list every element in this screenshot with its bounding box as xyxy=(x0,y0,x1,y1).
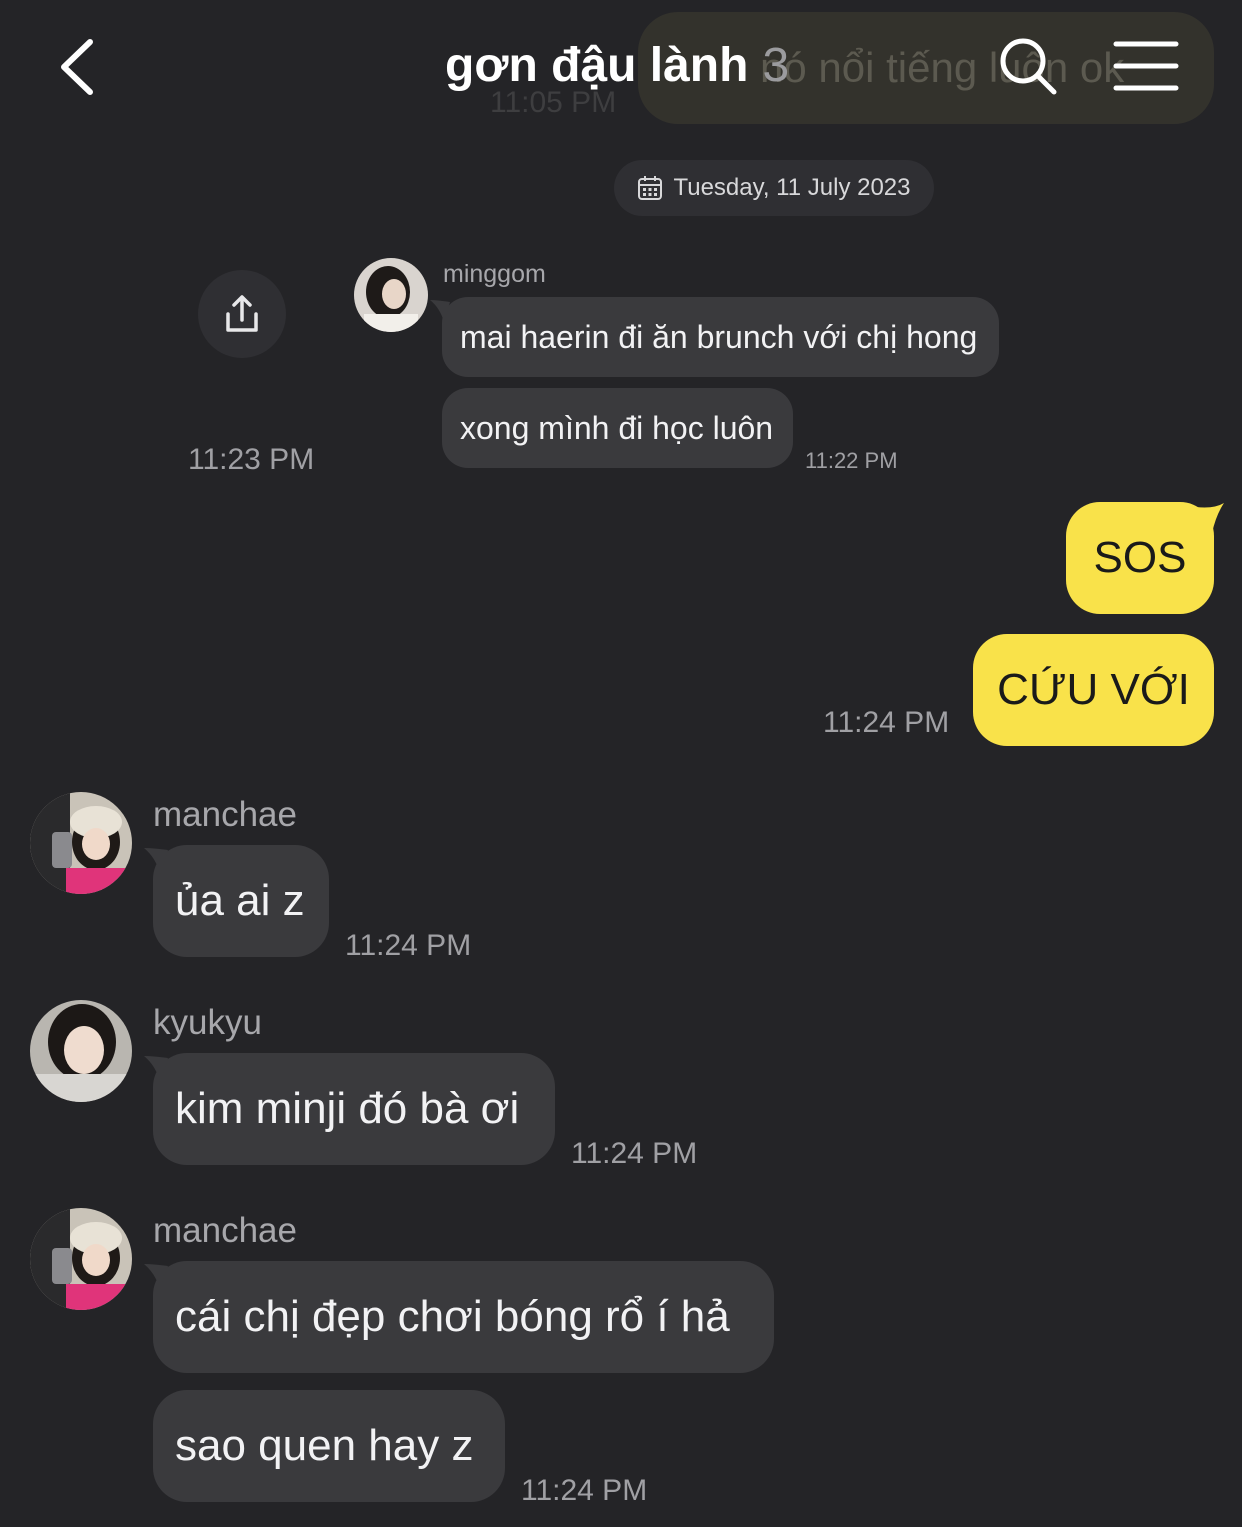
my-message-bubble[interactable]: CỨU VỚI xyxy=(973,634,1214,746)
message-bubble[interactable]: xong mình đi học luôn xyxy=(442,388,793,468)
search-button[interactable] xyxy=(996,34,1060,98)
my-message-bubble[interactable]: SOS xyxy=(1066,502,1214,614)
message-time: 11:24 PM xyxy=(571,1137,698,1170)
message-bubble[interactable]: cái chị đẹp chơi bóng rổ í hả xyxy=(153,1261,774,1373)
chevron-left-icon xyxy=(61,39,93,95)
message-bubble[interactable]: sao quen hay z xyxy=(153,1390,505,1502)
avatar-photo xyxy=(30,1000,132,1102)
bubble-tail xyxy=(1196,503,1224,533)
chat-name: gơn đậu lành xyxy=(445,39,749,92)
avatar-photo xyxy=(30,1208,132,1310)
menu-button[interactable] xyxy=(1112,38,1180,94)
sender-name: manchae xyxy=(153,795,297,834)
avatar-photo xyxy=(354,258,428,332)
date-label: Tuesday, 11 July 2023 xyxy=(673,174,911,201)
hamburger-menu-icon xyxy=(1113,41,1179,91)
bubble-tail xyxy=(144,1264,168,1290)
calendar-icon xyxy=(638,176,663,200)
message-bubble[interactable]: ủa ai z xyxy=(153,845,329,957)
avatar-kyukyu[interactable] xyxy=(30,1000,132,1102)
message-time: 11:23 PM xyxy=(188,443,315,476)
message-time: 11:22 PM xyxy=(805,448,898,473)
message-time: 11:24 PM xyxy=(345,929,472,962)
message-time: 11:24 PM xyxy=(823,706,950,739)
date-divider: Tuesday, 11 July 2023 xyxy=(614,160,934,216)
sender-name: kyukyu xyxy=(153,1003,262,1042)
share-button[interactable] xyxy=(198,270,286,358)
sender-name: manchae xyxy=(153,1211,297,1250)
avatar-manchae[interactable] xyxy=(30,792,132,894)
message-bubble[interactable]: kim minji đó bà ơi xyxy=(153,1053,555,1165)
avatar-manchae[interactable] xyxy=(30,1208,132,1310)
member-count: 3 xyxy=(762,39,790,92)
sender-name: minggom xyxy=(443,260,546,288)
bubble-tail xyxy=(144,848,168,874)
search-icon xyxy=(1000,38,1057,95)
bubble-tail xyxy=(430,300,450,322)
avatar-minggom[interactable] xyxy=(354,258,428,332)
chat-title: gơn đậu lành 3 xyxy=(445,38,789,93)
back-button[interactable] xyxy=(52,32,112,102)
message-bubble[interactable]: mai haerin đi ăn brunch với chị hong xyxy=(442,297,999,377)
bubble-tail xyxy=(144,1056,168,1082)
avatar-photo xyxy=(30,792,132,894)
message-time: 11:24 PM xyxy=(521,1474,648,1507)
share-icon xyxy=(226,295,258,332)
